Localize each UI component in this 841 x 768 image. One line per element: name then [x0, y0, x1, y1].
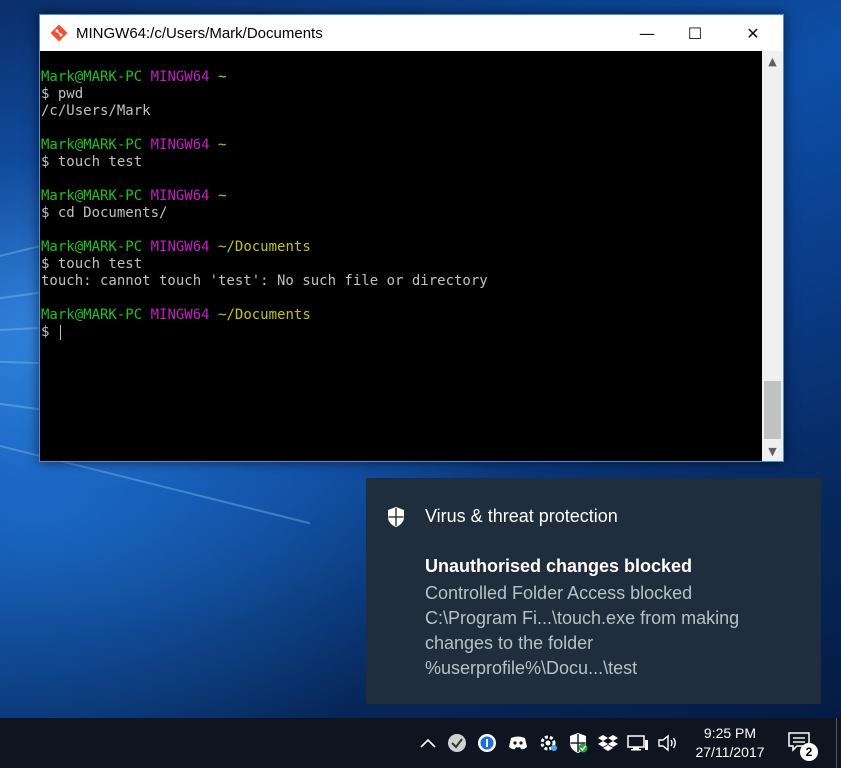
terminal-text-segment: Mark@MARK-PC — [41, 307, 143, 323]
toast-body: Controlled Folder Access blocked C:\Prog… — [425, 583, 740, 678]
terminal-text-segment: Mark@MARK-PC — [41, 239, 143, 255]
terminal-text-segment: ~ — [209, 69, 227, 85]
toast-app-name: Virus & threat protection — [425, 506, 618, 526]
toast-title: Unauthorised changes blocked — [425, 556, 693, 576]
network-icon[interactable] — [627, 732, 649, 754]
terminal-text-segment: Mark@MARK-PC — [41, 69, 143, 85]
terminal-text-segment: $ pwd — [41, 86, 84, 102]
git-bash-icon — [48, 22, 70, 44]
window-title: MINGW64:/c/Users/Mark/Documents — [76, 24, 323, 42]
terminal-line: $ pwd — [41, 86, 762, 103]
info-circle-icon[interactable] — [476, 732, 498, 754]
defender-shield-icon[interactable] — [567, 732, 589, 754]
terminal-text-segment: Mark@MARK-PC — [41, 137, 143, 153]
terminal-line: touch: cannot touch 'test': No such file… — [41, 273, 762, 290]
taskbar: 9:25 PM 27/11/2017 2 — [0, 718, 841, 768]
terminal-text-segment: $ touch test — [41, 154, 143, 170]
notification-count-badge: 2 — [800, 743, 818, 761]
terminal-text-segment: $ cd Documents/ — [41, 205, 168, 221]
shield-icon — [386, 506, 406, 533]
terminal-text-segment: ~/Documents — [209, 307, 311, 323]
defender-toast-notification[interactable]: Virus & threat protection Unauthorised c… — [366, 478, 821, 704]
text-cursor — [59, 324, 61, 340]
show-desktop-button[interactable] — [836, 718, 837, 768]
terminal-text-segment: $ — [41, 324, 58, 340]
terminal-text-segment: touch: cannot touch 'test': No such file… — [41, 273, 488, 289]
terminal-line: Mark@MARK-PC MINGW64 ~ — [41, 69, 762, 86]
terminal-text-segment: MINGW64 — [150, 239, 210, 255]
terminal-text-segment: ~/Documents — [209, 239, 311, 255]
checkmark-circle-icon[interactable] — [446, 732, 468, 754]
discord-icon[interactable] — [507, 732, 529, 754]
close-button[interactable]: ✕ — [724, 15, 782, 51]
terminal-line: /c/Users/Mark — [41, 103, 762, 120]
terminal-line: Mark@MARK-PC MINGW64 ~ — [41, 137, 762, 154]
maximize-button[interactable]: ☐ — [666, 15, 724, 51]
volume-icon[interactable] — [657, 732, 679, 754]
terminal-text-segment: ~ — [209, 188, 227, 204]
terminal-line: $ touch test — [41, 154, 762, 171]
terminal-line: $ touch test — [41, 256, 762, 273]
terminal-text-segment: MINGW64 — [150, 137, 210, 153]
clock-date: 27/11/2017 — [695, 744, 765, 760]
taskbar-clock[interactable]: 9:25 PM 27/11/2017 — [686, 724, 774, 762]
terminal-text-segment: $ touch test — [41, 256, 143, 272]
terminal-line: Mark@MARK-PC MINGW64 ~ — [41, 188, 762, 205]
window-titlebar[interactable]: MINGW64:/c/Users/Mark/Documents — ☐ ✕ — [40, 15, 783, 51]
terminal-window[interactable]: MINGW64:/c/Users/Mark/Documents — ☐ ✕ Ma… — [39, 14, 784, 462]
scroll-up-arrow-icon[interactable]: ▲ — [762, 51, 783, 71]
dropbox-icon[interactable] — [597, 732, 619, 754]
terminal-text-segment: ~ — [209, 137, 227, 153]
terminal-text-segment: /c/Users/Mark — [41, 103, 151, 119]
terminal-text-segment: Mark@MARK-PC — [41, 188, 143, 204]
terminal-line: Mark@MARK-PC MINGW64 ~/Documents — [41, 307, 762, 324]
clock-time: 9:25 PM — [703, 725, 757, 741]
scrollbar-thumb[interactable] — [764, 381, 781, 439]
terminal-output[interactable]: Mark@MARK-PC MINGW64 ~ $ pwd/c/Users/Mark… — [40, 51, 762, 461]
terminal-text-segment: MINGW64 — [150, 188, 210, 204]
terminal-line: $ cd Documents/ — [41, 205, 762, 222]
terminal-text-segment: MINGW64 — [150, 307, 210, 323]
terminal-scrollbar[interactable]: ▲ ▼ — [762, 51, 783, 461]
terminal-line: Mark@MARK-PC MINGW64 ~/Documents — [41, 239, 762, 256]
terminal-line: $ — [41, 324, 762, 341]
terminal-text-segment: MINGW64 — [150, 69, 210, 85]
scroll-down-arrow-icon[interactable]: ▼ — [762, 441, 783, 461]
settings-gear-icon[interactable] — [537, 732, 559, 754]
chevron-up-icon[interactable] — [417, 732, 439, 754]
